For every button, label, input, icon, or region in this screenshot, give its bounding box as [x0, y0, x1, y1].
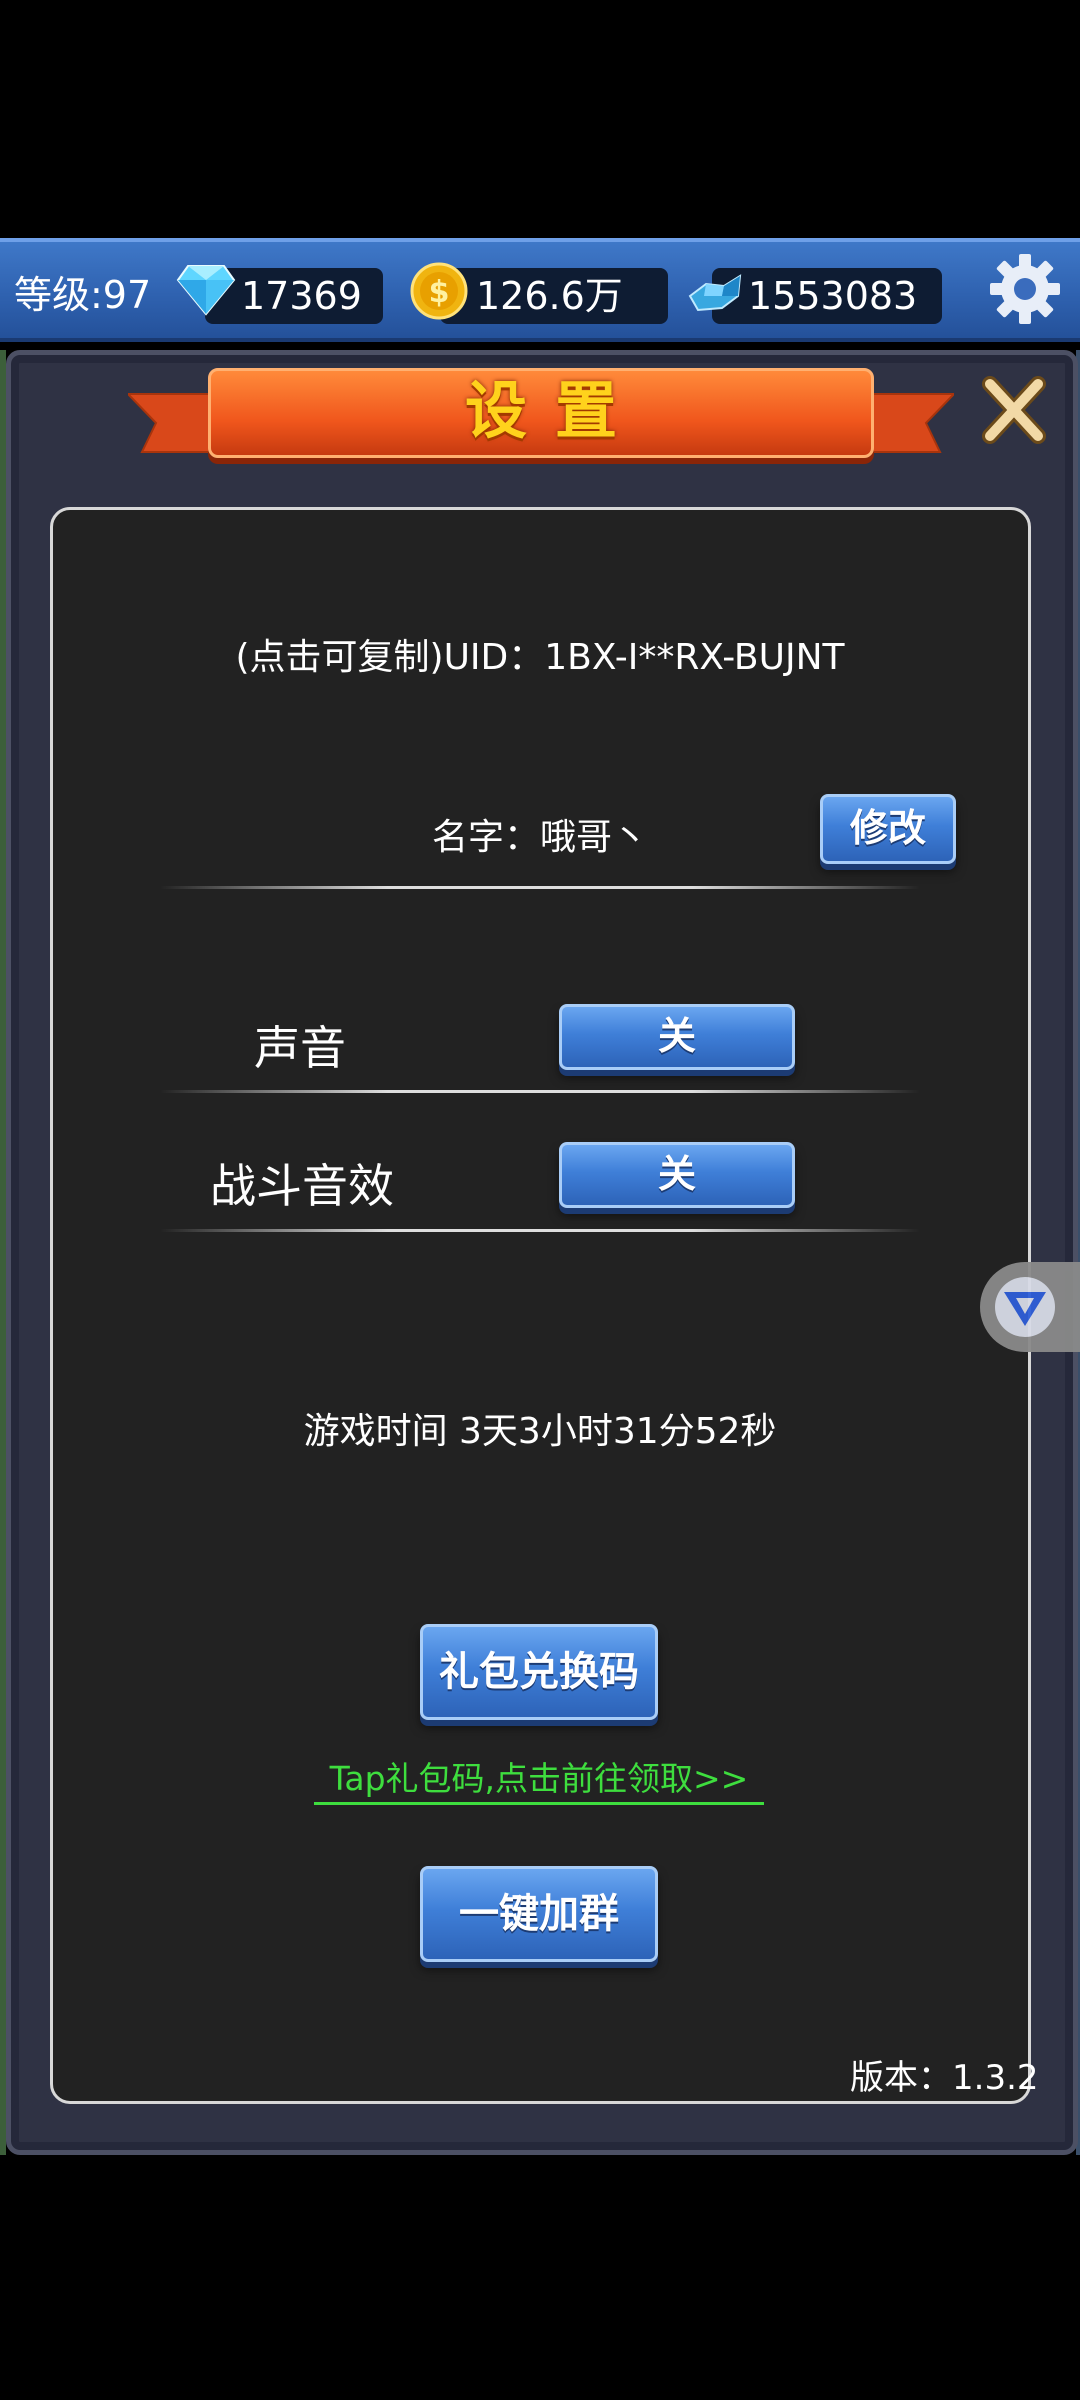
- player-name: 名字：哦哥丶: [432, 817, 649, 858]
- diamond-icon: [176, 265, 236, 316]
- player-level: 等级:97: [14, 273, 152, 317]
- gold-counter: 126.6万: [440, 268, 668, 324]
- sound-label: 声音: [254, 1021, 346, 1075]
- v-logo-icon: [995, 1277, 1055, 1337]
- floating-assistant-button[interactable]: [980, 1262, 1080, 1352]
- divider: [160, 1090, 920, 1093]
- diamond-count: 17369: [241, 274, 362, 318]
- modify-name-button[interactable]: 修改: [820, 794, 956, 864]
- battle-sfx-toggle-button[interactable]: 关: [559, 1142, 795, 1208]
- gift-code-button[interactable]: 礼包兑换码: [420, 1624, 658, 1720]
- top-resource-bar: 等级:97 17369 126.6万 1553083: [0, 238, 1080, 342]
- gold-coin-icon: $: [410, 262, 468, 320]
- dialog-title: 设置: [464, 374, 645, 447]
- sound-toggle-button[interactable]: 关: [559, 1004, 795, 1070]
- join-group-button[interactable]: 一键加群: [420, 1866, 658, 1962]
- gear-icon[interactable]: [988, 252, 1062, 326]
- ore-count: 1553083: [748, 274, 918, 318]
- battle-sfx-label: 战斗音效: [210, 1159, 394, 1213]
- divider: [160, 886, 920, 889]
- play-time: 游戏时间 3天3小时31分52秒: [303, 1411, 777, 1452]
- close-icon[interactable]: [978, 372, 1050, 448]
- settings-content-box: [50, 507, 1031, 2104]
- gold-count: 126.6万: [476, 274, 623, 318]
- tap-gift-code-link[interactable]: Tap礼包码,点击前往领取>>: [314, 1752, 764, 1805]
- ore-counter: 1553083: [712, 268, 942, 324]
- svg-text:$: $: [429, 275, 450, 310]
- uid-copy-text[interactable]: (点击可复制)UID：1BX-I**RX-BUJNT: [0, 628, 1080, 680]
- blue-ore-icon: [688, 274, 742, 312]
- version-text: 版本：1.3.2: [850, 2058, 1039, 2098]
- divider: [160, 1229, 920, 1232]
